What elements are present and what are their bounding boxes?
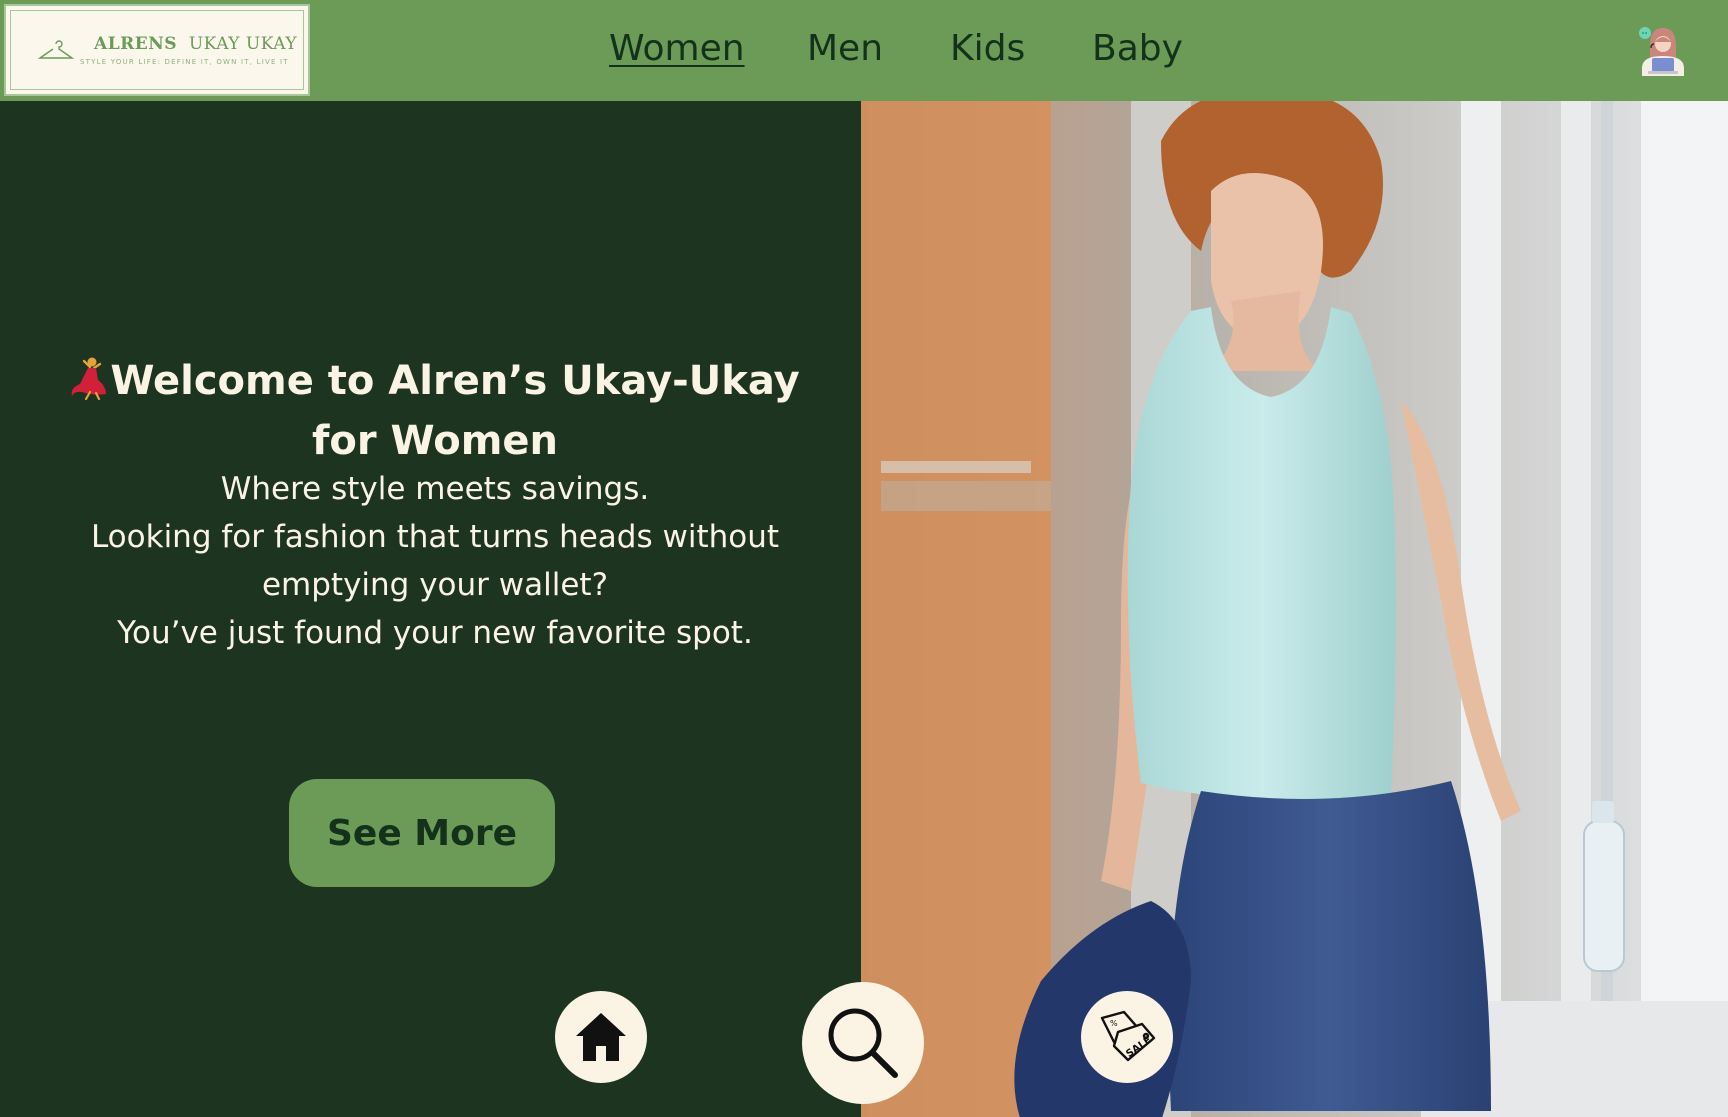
- see-more-button[interactable]: See More: [289, 779, 555, 887]
- hero-line-3: emptying your wallet?: [261, 567, 609, 603]
- brand-logo[interactable]: ALRENS UKAY UKAY STYLE YOUR LIFE: DEFINE…: [4, 4, 310, 96]
- hero-text-panel: Welcome to Alren’s Ukay-Ukay for Women W…: [0, 101, 861, 1117]
- search-icon: [828, 1008, 898, 1078]
- hero-heading-text: Welcome to Alren’s Ukay-Ukay for Women: [110, 358, 800, 464]
- hero-line-1: Where style meets savings.: [220, 471, 650, 507]
- nav-women[interactable]: Women: [609, 28, 745, 69]
- model-photo-illustration: [861, 101, 1728, 1117]
- search-button[interactable]: [802, 982, 924, 1104]
- sale-tag-icon: % SALE: [1100, 1010, 1156, 1062]
- sale-button[interactable]: % SALE: [1081, 991, 1173, 1083]
- hero-line-2: Looking for fashion that turns heads wit…: [90, 519, 780, 555]
- logo-tagline: STYLE YOUR LIFE: DEFINE IT, OWN IT, LIVE…: [80, 58, 289, 66]
- home-icon: [576, 1013, 626, 1061]
- nav-kids[interactable]: Kids: [950, 28, 1025, 69]
- nav-baby[interactable]: Baby: [1092, 28, 1183, 69]
- hanger-icon: [38, 40, 74, 59]
- nav-men[interactable]: Men: [807, 28, 883, 69]
- hero-model-photo: [861, 101, 1728, 1117]
- home-button[interactable]: [555, 991, 647, 1083]
- hero-line-4: You’ve just found your new favorite spot…: [117, 615, 753, 651]
- dancer-icon: [71, 357, 107, 400]
- support-agent-icon[interactable]: [1634, 22, 1688, 76]
- top-navigation-bar: ALRENS UKAY UKAY STYLE YOUR LIFE: DEFINE…: [0, 0, 1728, 101]
- logo-title: ALRENS UKAY UKAY: [94, 34, 298, 54]
- hero-heading: Welcome to Alren’s Ukay-Ukay for Women: [40, 351, 830, 471]
- hero-description: Where style meets savings. Looking for f…: [40, 465, 830, 657]
- svg-text:%: %: [1110, 1019, 1118, 1028]
